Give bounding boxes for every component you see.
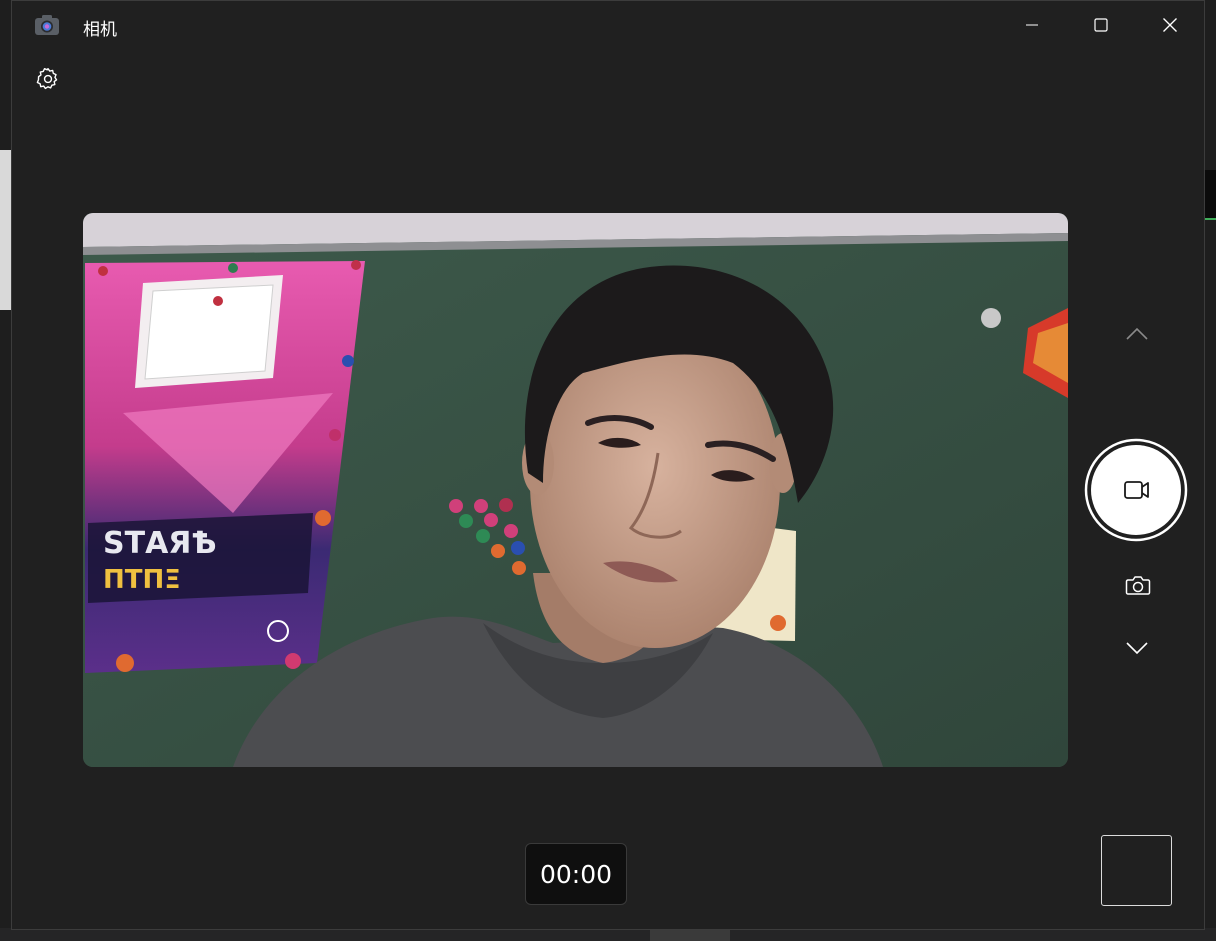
mode-down-button[interactable] [1122, 633, 1152, 663]
mode-up-button[interactable] [1122, 319, 1152, 349]
minimize-button[interactable] [998, 1, 1066, 49]
record-video-button[interactable] [1084, 438, 1188, 542]
camera-app-icon [34, 14, 60, 36]
maximize-button[interactable] [1067, 1, 1135, 49]
camera-feed-image: ЅТАЯѢ ΠΤΠΞ [83, 213, 1068, 767]
svg-text:ΠΤΠΞ: ΠΤΠΞ [103, 565, 181, 595]
camera-app-window: 相机 ЅТАЯѢ ΠΤΠΞ 00:00 [11, 0, 1205, 930]
photo-mode-button[interactable] [1122, 569, 1154, 601]
gear-icon [36, 68, 58, 90]
close-icon [1163, 18, 1177, 32]
camera-icon [1125, 576, 1151, 595]
desktop-background-right [1204, 0, 1216, 941]
maximize-icon [1094, 18, 1108, 32]
recording-timer: 00:00 [525, 843, 627, 905]
background-window-fragment [1204, 170, 1216, 220]
close-button[interactable] [1136, 1, 1204, 49]
camera-preview: ЅТАЯѢ ΠΤΠΞ [83, 213, 1068, 767]
chevron-up-icon [1126, 327, 1148, 340]
window-title: 相机 [83, 20, 117, 40]
video-camera-icon [1084, 438, 1188, 542]
svg-text:ЅТАЯѢ: ЅТАЯѢ [103, 526, 217, 561]
settings-button[interactable] [34, 65, 62, 93]
chevron-down-icon [1126, 642, 1148, 655]
gallery-thumbnail-button[interactable] [1101, 835, 1172, 906]
minimize-icon [1026, 24, 1038, 26]
